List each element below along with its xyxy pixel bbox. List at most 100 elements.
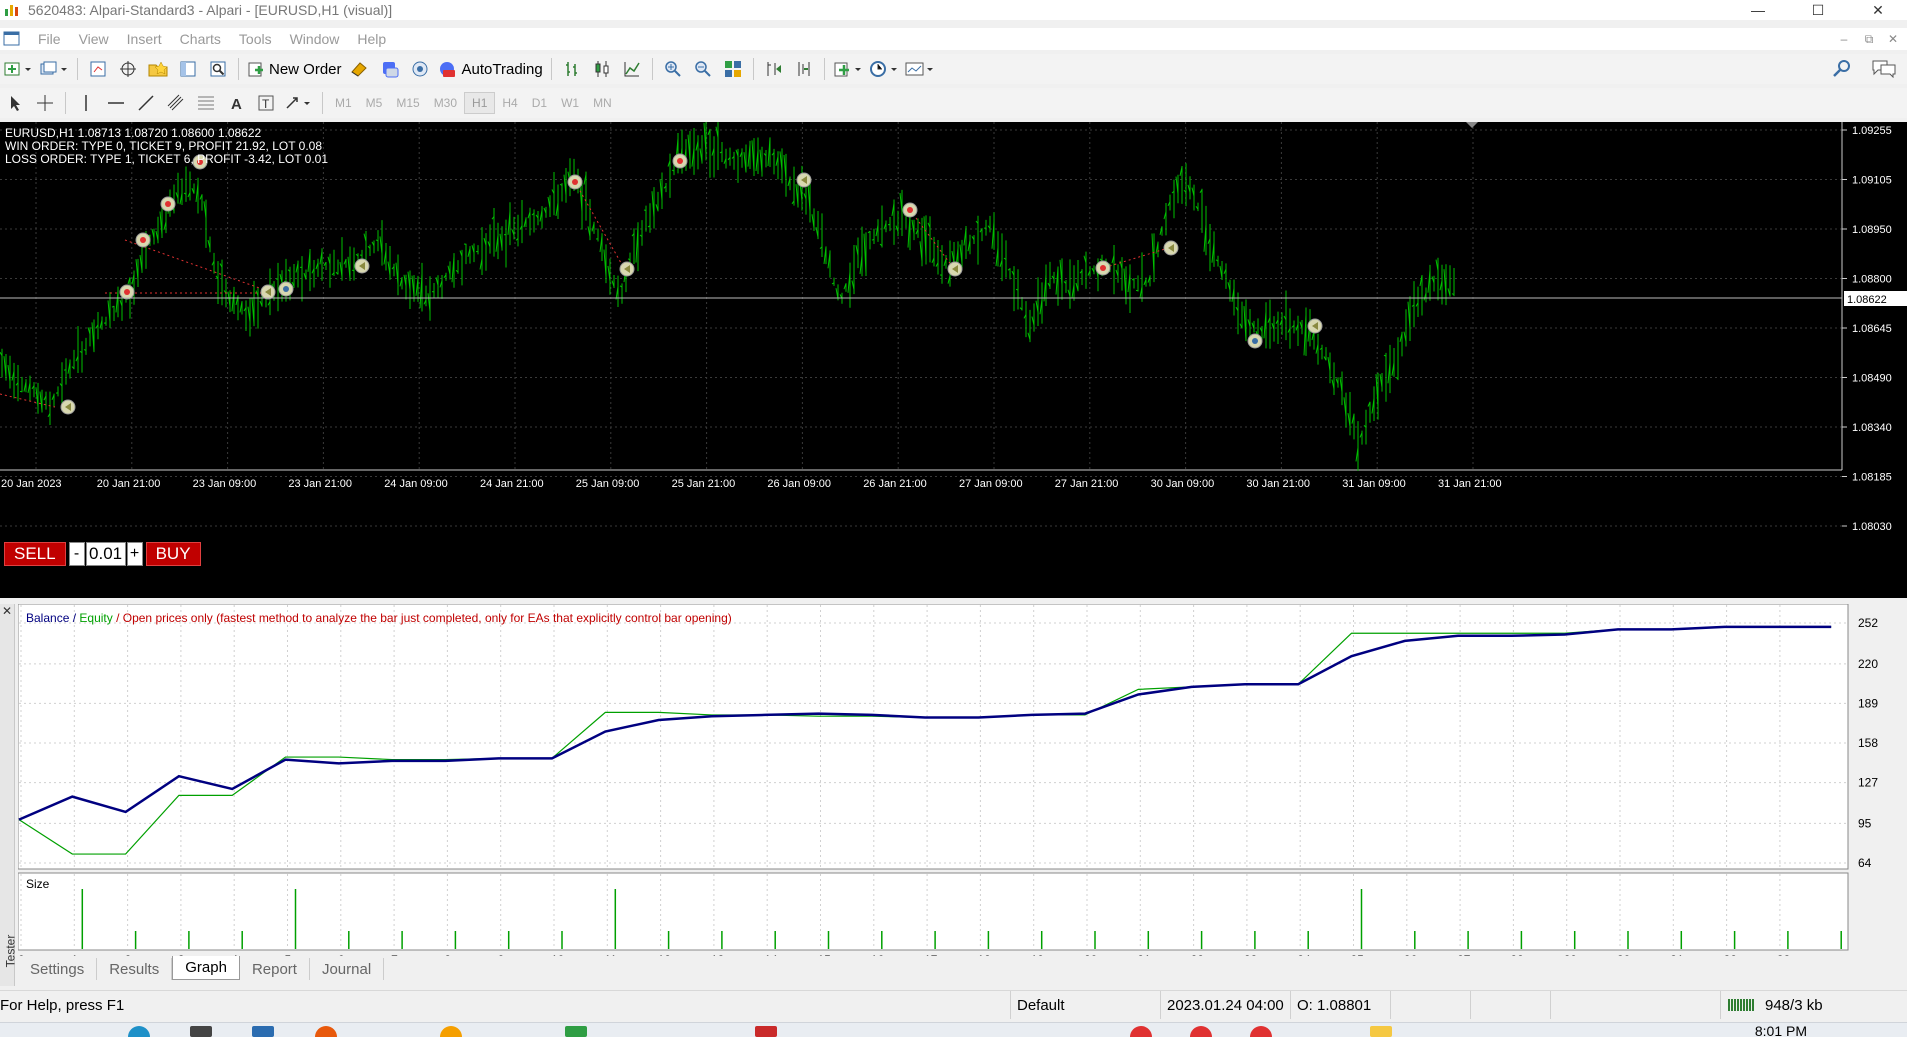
- trendline-icon: [138, 95, 154, 111]
- taskbar-store-icon[interactable]: [252, 1026, 274, 1037]
- vertical-line-button[interactable]: [74, 91, 98, 115]
- metaeditor-button[interactable]: [348, 57, 372, 81]
- taskbar-folder-icon[interactable]: [1370, 1026, 1392, 1037]
- crosshair-button[interactable]: [33, 91, 57, 115]
- cursor-button[interactable]: [3, 91, 27, 115]
- navigator-button[interactable]: [146, 57, 170, 81]
- timeframe-h4[interactable]: H4: [495, 92, 524, 114]
- auto-scroll-icon: [767, 62, 781, 76]
- candlestick-button[interactable]: [590, 57, 614, 81]
- graph-y-label: 127: [1858, 776, 1878, 790]
- tab-graph[interactable]: Graph: [172, 956, 240, 980]
- timeframe-m15[interactable]: M15: [389, 92, 426, 114]
- taskbar-app3-icon[interactable]: [755, 1026, 777, 1037]
- mdi-restore-icon[interactable]: ⧉: [1858, 30, 1880, 48]
- taskbar-app2-icon[interactable]: [565, 1026, 587, 1037]
- timeframe-d1[interactable]: D1: [525, 92, 554, 114]
- menu-window[interactable]: Window: [281, 31, 349, 47]
- tester-tabs: Settings Results Graph Report Journal: [18, 956, 385, 980]
- menu-tools[interactable]: Tools: [230, 31, 281, 47]
- time-axis-label: 20 Jan 21:00: [97, 478, 161, 490]
- indicators-button[interactable]: [833, 57, 863, 81]
- tab-settings[interactable]: Settings: [18, 958, 98, 980]
- status-empty-2: [1470, 991, 1550, 1019]
- time-axis-label: 31 Jan 21:00: [1438, 478, 1502, 490]
- timeframe-mn[interactable]: MN: [586, 92, 619, 114]
- minimize-icon[interactable]: —: [1735, 0, 1781, 20]
- tester-graph: 2522201891581279564 01234567891011121314…: [18, 604, 1878, 956]
- toolbar-separator: [651, 58, 653, 80]
- bar-chart-button[interactable]: [560, 57, 584, 81]
- buy-button[interactable]: BUY: [145, 542, 201, 566]
- tab-results[interactable]: Results: [97, 958, 173, 980]
- horizontal-line-icon: [108, 102, 124, 104]
- price-chart-canvas: 1.08622 1.09255 1.09105 1.08950 1.08800 1.08…: [0, 122, 1907, 533]
- search-icon[interactable]: [1832, 58, 1852, 78]
- lot-decrease-button[interactable]: -: [68, 542, 85, 566]
- auto-scroll-button[interactable]: [762, 57, 786, 81]
- menu-insert[interactable]: Insert: [118, 31, 171, 47]
- order-dot-icon: [677, 158, 683, 164]
- menu-help[interactable]: Help: [348, 31, 395, 47]
- title-bar: 5620483: Alpari-Standard3 - Alpari - [EU…: [0, 0, 1907, 20]
- trade-markers: [60, 153, 1323, 415]
- timeframe-m1[interactable]: M1: [328, 92, 359, 114]
- new-chart-button[interactable]: [3, 57, 33, 81]
- toolbar-separator: [752, 58, 754, 80]
- equity-graph-area: [18, 604, 1849, 870]
- maximize-icon[interactable]: ☐: [1795, 0, 1841, 20]
- horizontal-line-button[interactable]: [104, 91, 128, 115]
- time-axis-label: 27 Jan 21:00: [1055, 478, 1119, 490]
- data-window-button[interactable]: [116, 57, 140, 81]
- text-label-button[interactable]: T: [254, 91, 278, 115]
- timeframe-m5[interactable]: M5: [359, 92, 390, 114]
- menu-file[interactable]: File: [29, 31, 70, 47]
- mdi-minimize-icon[interactable]: –: [1833, 30, 1855, 48]
- menu-charts[interactable]: Charts: [171, 31, 230, 47]
- price-axis-label: 1.08950: [1852, 224, 1892, 236]
- zoom-out-button[interactable]: [691, 57, 715, 81]
- fibonacci-button[interactable]: [194, 91, 218, 115]
- one-click-trading-panel: SELL - 0.01 + BUY: [4, 542, 201, 566]
- chart-shift-button[interactable]: [792, 57, 816, 81]
- graph-legend: Balance / Equity / Open prices only (fas…: [26, 611, 732, 625]
- close-icon[interactable]: ✕: [1855, 0, 1901, 20]
- taskbar-app-icon[interactable]: [190, 1026, 212, 1037]
- market-button[interactable]: [408, 57, 432, 81]
- price-chart[interactable]: 1.08622 1.09255 1.09105 1.08950 1.08800 1.08…: [0, 122, 1907, 598]
- timeframe-w1[interactable]: W1: [554, 92, 586, 114]
- time-axis-label: 20 Jan 2023: [1, 478, 62, 490]
- lot-increase-button[interactable]: +: [126, 542, 143, 566]
- autotrading-button[interactable]: AutoTrading: [438, 57, 543, 81]
- menu-view[interactable]: View: [70, 31, 118, 47]
- terminal-button[interactable]: [176, 57, 200, 81]
- timeframe-m30[interactable]: M30: [427, 92, 464, 114]
- profiles-button[interactable]: [39, 57, 69, 81]
- text-button[interactable]: A: [224, 91, 248, 115]
- mdi-close-icon[interactable]: ✕: [1882, 30, 1904, 48]
- timeframe-h1[interactable]: H1: [464, 92, 496, 114]
- graph-y-label: 158: [1858, 736, 1878, 750]
- new-order-button[interactable]: New Order: [247, 57, 342, 81]
- tile-windows-button[interactable]: [721, 57, 745, 81]
- periods-button[interactable]: [869, 57, 899, 81]
- tester-close-icon[interactable]: ✕: [2, 604, 12, 618]
- lot-size-input[interactable]: 0.01: [85, 542, 126, 566]
- graph-x-label: 26: [1404, 953, 1418, 956]
- arrows-button[interactable]: [284, 91, 314, 115]
- tab-journal[interactable]: Journal: [310, 958, 385, 980]
- tab-report[interactable]: Report: [240, 958, 310, 980]
- line-chart-button[interactable]: [620, 57, 644, 81]
- equidistant-channel-button[interactable]: [164, 91, 188, 115]
- market-watch-button[interactable]: [86, 57, 110, 81]
- templates-button[interactable]: [905, 57, 935, 81]
- zoom-in-button[interactable]: [661, 57, 685, 81]
- chat-icon[interactable]: [1871, 58, 1897, 78]
- signals-button[interactable]: [378, 57, 402, 81]
- chart-shift-marker[interactable]: [1466, 122, 1478, 128]
- trendline-button[interactable]: [134, 91, 158, 115]
- menu-bar: File View Insert Charts Tools Window Hel…: [0, 28, 1907, 50]
- crosshair-icon: [37, 95, 53, 111]
- strategy-tester-button[interactable]: [206, 57, 230, 81]
- sell-button[interactable]: SELL: [4, 542, 66, 566]
